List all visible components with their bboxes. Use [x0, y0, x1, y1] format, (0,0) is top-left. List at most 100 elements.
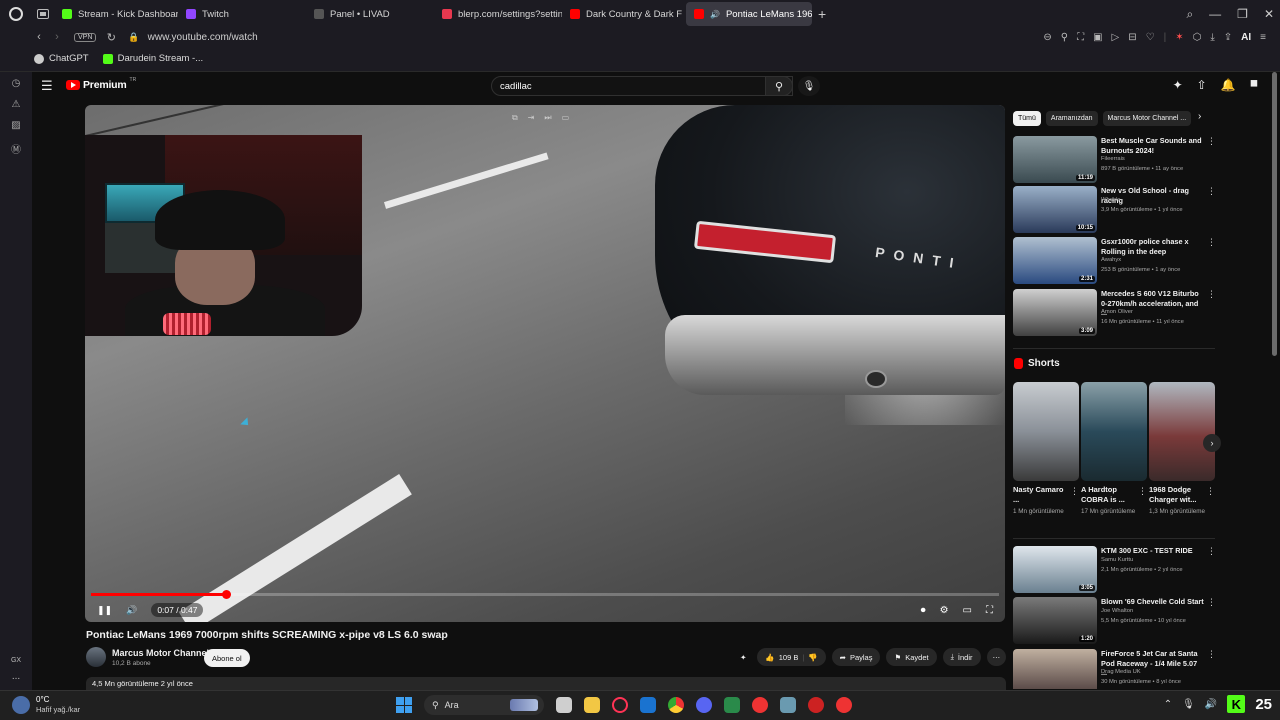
voice-search-button[interactable]: 🎙 [798, 76, 820, 96]
short-thumbnail[interactable] [1081, 382, 1147, 481]
bookmark-chatgpt[interactable]: ChatGPT [34, 53, 89, 64]
recommendation-item[interactable]: 11:19 Best Muscle Car Sounds and Burnout… [1013, 136, 1218, 184]
microphone-icon[interactable]: 🎙 [1182, 699, 1195, 710]
recommendation-title[interactable]: KTM 300 EXC - TEST RIDE [1101, 546, 1205, 556]
history-icon[interactable]: ⊟ [1128, 32, 1136, 43]
overlay-next-icon[interactable]: ⏭ [544, 113, 551, 123]
opera-logo-icon[interactable] [0, 0, 32, 28]
recommendation-channel[interactable]: Wheels [1101, 197, 1120, 203]
sidebar-more-icon[interactable]: ... [12, 671, 20, 682]
video-thumbnail[interactable]: 1:20 [1013, 597, 1097, 644]
recommendation-title[interactable]: Best Muscle Car Sounds and Burnouts 2024… [1101, 136, 1205, 155]
thumbs-down-icon[interactable]: 👎 [808, 653, 817, 662]
opera-gx-icon[interactable]: ✶ [1175, 32, 1183, 43]
zoom-icon[interactable]: ⊖ [1043, 32, 1051, 43]
more-options-icon[interactable]: ⋮ [1207, 237, 1216, 248]
recommendation-channel[interactable]: Fileerrais [1101, 156, 1125, 162]
ai-icon[interactable]: AI [1241, 32, 1251, 43]
video-thumbnail[interactable]: 11:19 [1013, 136, 1097, 183]
recommendation-channel[interactable]: Joe Whalton [1101, 608, 1133, 614]
snapshot-icon[interactable]: ⛶ [1077, 32, 1084, 43]
settings-gear-icon[interactable]: ⚙ [940, 605, 949, 616]
url-field[interactable]: www.youtube.com/watch [148, 32, 258, 43]
menu-icon[interactable]: ≡ [1260, 32, 1266, 43]
more-options-icon[interactable]: ⋮ [1206, 486, 1215, 497]
more-options-icon[interactable]: ⋮ [1207, 649, 1216, 660]
chip-channel[interactable]: Marcus Motor Channel ... [1102, 110, 1192, 126]
save-button[interactable]: ⚑ Kaydet [886, 648, 937, 666]
more-options-icon[interactable]: ⋮ [1207, 289, 1216, 300]
tab-blerp[interactable]: blerp.com/settings?setting [434, 2, 562, 26]
maximize-button[interactable]: ❐ [1237, 7, 1248, 21]
chip-all[interactable]: Tümü [1013, 110, 1041, 126]
chevron-up-icon[interactable]: ⌃ [1164, 699, 1172, 710]
create-icon[interactable]: ✦ [1173, 78, 1183, 92]
chip-from-search[interactable]: Aramanızdan [1045, 110, 1098, 126]
more-actions-button[interactable]: ⋯ [986, 648, 1006, 666]
close-window-button[interactable]: ✕ [1264, 7, 1274, 21]
tab-kick-dashboard[interactable]: Stream - Kick Dashboard [54, 2, 178, 26]
more-options-icon[interactable]: ⋮ [1070, 486, 1079, 497]
short-title[interactable]: A Hardtop COBRA is ... [1081, 485, 1133, 505]
overlay-resize-icon[interactable]: ⧉ [512, 113, 518, 123]
progress-bar[interactable] [91, 590, 999, 599]
recommendation-item[interactable]: 3:05 KTM 300 EXC - TEST RIDE Samu Kurttu… [1013, 546, 1218, 594]
recommendation-item[interactable]: 10:15 New vs Old School - drag racing Wh… [1013, 186, 1218, 234]
menu-hamburger-icon[interactable]: ☰ [41, 78, 53, 94]
more-options-icon[interactable]: ⋮ [1207, 186, 1216, 197]
discord-icon[interactable] [696, 697, 712, 713]
shorts-next-button[interactable]: › [1203, 434, 1221, 452]
weather-widget[interactable]: 0°C Hafif yağ./kar [12, 695, 80, 715]
share-icon[interactable]: ⇪ [1224, 32, 1232, 43]
extensions-icon[interactable]: ⬡ [1193, 32, 1202, 43]
miniplayer-icon[interactable]: ▭ [963, 605, 972, 616]
subscribe-button[interactable]: Abone ol [204, 649, 250, 667]
video-thumbnail[interactable] [1013, 649, 1097, 689]
search-tabs-icon[interactable]: ⌕ [1186, 7, 1193, 22]
recommendation-item[interactable]: 1:20 Blown '69 Chevelle Cold Start Joe W… [1013, 597, 1218, 645]
file-explorer-icon[interactable] [584, 697, 600, 713]
recommendation-channel[interactable]: Drag Media UK [1101, 669, 1141, 675]
chevron-right-icon[interactable]: › [1198, 111, 1201, 122]
gx-label[interactable]: GX [11, 657, 21, 664]
avatar[interactable]: ◼ [1250, 78, 1258, 92]
vpn-badge[interactable]: VPN [74, 32, 97, 42]
back-button[interactable]: ‹ [30, 31, 48, 43]
recommendation-channel[interactable]: Awahyx [1101, 257, 1121, 263]
autoplay-toggle-icon[interactable]: ⏺ [921, 605, 926, 616]
video-thumbnail[interactable]: 3:05 [1013, 546, 1097, 593]
tab-twitch[interactable]: Twitch [178, 2, 306, 26]
short-item[interactable]: A Hardtop COBRA is ... 17 Mn görüntüleme… [1081, 382, 1147, 516]
channel-name[interactable]: Marcus Motor Channel [112, 648, 209, 658]
description-box[interactable]: 4,5 Mn görüntüleme 2 yıl önce [86, 677, 1006, 691]
more-options-icon[interactable]: ⋮ [1207, 597, 1216, 608]
messenger-icon[interactable]: Ⓜ [11, 141, 21, 156]
more-options-icon[interactable]: ⋮ [1207, 546, 1216, 557]
search-button[interactable]: ⚲ [765, 76, 793, 96]
app-icon[interactable] [836, 697, 852, 713]
speed-dial-icon[interactable]: ◷ [12, 78, 21, 89]
opera-gx-taskbar-icon[interactable] [612, 697, 628, 713]
youtube-logo[interactable]: Premium TR [66, 77, 136, 91]
player-icon[interactable]: ▷ [1112, 32, 1120, 43]
recommendation-item[interactable]: 2:31 Gsxr1000r police chase x Rolling in… [1013, 237, 1218, 285]
app-icon[interactable] [724, 697, 740, 713]
short-title[interactable]: Nasty Camaro ... [1013, 485, 1065, 505]
app-icon[interactable] [752, 697, 768, 713]
short-thumbnail[interactable] [1149, 382, 1215, 481]
bookmark-darudein[interactable]: Darudein Stream -... [102, 53, 203, 64]
gx-control-icon[interactable]: ⚠ [12, 99, 21, 110]
overlay-exit-icon[interactable]: ⇥ [528, 113, 535, 123]
volume-icon[interactable]: 🔊 [1205, 699, 1217, 710]
recommendation-title[interactable]: Gsxr1000r police chase x Rolling in the … [1101, 237, 1205, 256]
share-button[interactable]: ➦ Paylaş [831, 648, 881, 666]
short-thumbnail[interactable] [1013, 382, 1079, 481]
channel-avatar[interactable] [86, 647, 106, 667]
heart-icon[interactable]: ♡ [1146, 32, 1155, 43]
page-scrollbar[interactable] [1272, 72, 1277, 356]
lock-icon[interactable]: 🔒 [128, 32, 139, 43]
task-view-icon[interactable] [556, 697, 572, 713]
gx-corner-icon[interactable]: ▨ [11, 120, 20, 131]
recommendation-item[interactable]: 3:09 Mercedes S 600 V12 Biturbo 0-270km/… [1013, 289, 1218, 337]
video-player[interactable]: PONTI ⧉ ⇥ ⏭ ▭ ❚❚ 🔊 0:07 / 0:47 ⏺ ⚙ ▭ ⛶ [85, 105, 1005, 622]
